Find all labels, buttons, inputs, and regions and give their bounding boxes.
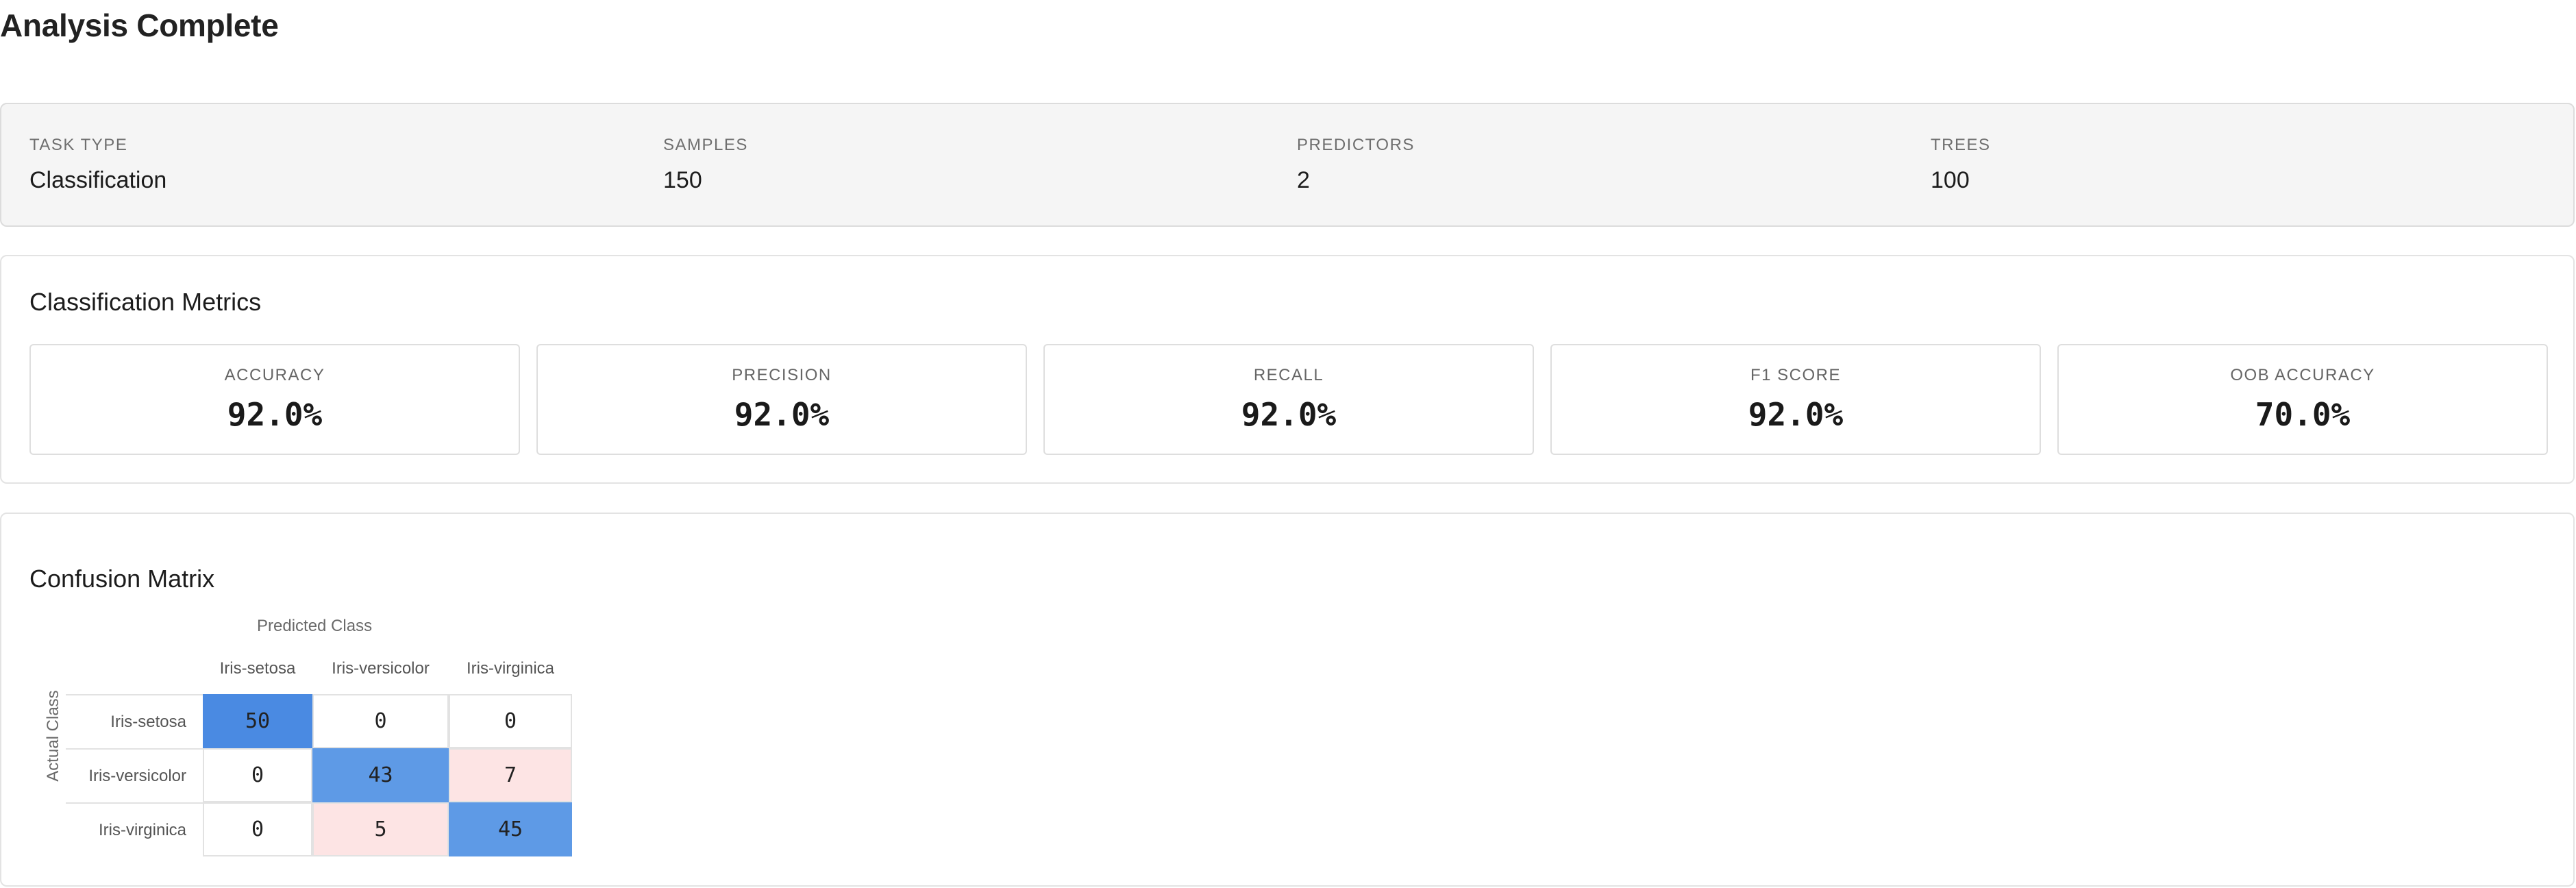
row-separator — [66, 694, 203, 695]
row-separator — [66, 748, 203, 750]
column-header: Iris-versicolor — [332, 659, 430, 678]
summary-samples: SAMPLES 150 — [663, 136, 748, 194]
row-header: Iris-virginica — [98, 821, 186, 839]
metric-label: RECALL — [1253, 366, 1324, 384]
matrix-cell: 0 — [449, 694, 572, 748]
matrix-cell: 7 — [449, 748, 572, 802]
metric-value: 92.0% — [227, 396, 323, 433]
summary-value: Classification — [29, 167, 167, 193]
row-header: Iris-versicolor — [88, 767, 186, 785]
summary-trees: TREES 100 — [1931, 136, 1991, 194]
confusion-matrix-title: Confusion Matrix — [29, 565, 215, 593]
matrix-cell: 5 — [312, 802, 449, 856]
metric-label: F1 SCORE — [1750, 366, 1842, 384]
matrix-cell: 43 — [312, 748, 449, 802]
matrix-cell: 0 — [203, 748, 312, 802]
page-title: Analysis Complete — [0, 8, 279, 43]
metric-value: 92.0% — [734, 396, 830, 433]
summary-card: TASK TYPE Classification SAMPLES 150 PRE… — [0, 103, 2575, 227]
summary-predictors: PREDICTORS 2 — [1297, 136, 1415, 194]
row-separator — [66, 802, 203, 804]
matrix-cell: 50 — [203, 694, 312, 748]
metric-label: PRECISION — [732, 366, 832, 384]
metric-f1-score: F1 SCORE 92.0% — [1550, 344, 2041, 455]
actual-class-axis-label: Actual Class — [44, 690, 62, 782]
summary-task-type: TASK TYPE Classification — [29, 136, 166, 194]
summary-value: 2 — [1297, 167, 1310, 193]
column-header: Iris-virginica — [466, 659, 554, 678]
summary-value: 100 — [1931, 167, 1970, 193]
metric-value: 92.0% — [1241, 396, 1337, 433]
metric-value: 92.0% — [1748, 396, 1844, 433]
summary-label: TASK TYPE — [29, 136, 128, 154]
predicted-class-axis-label: Predicted Class — [257, 617, 373, 635]
metric-recall: RECALL 92.0% — [1043, 344, 1534, 455]
matrix-cell: 45 — [449, 802, 572, 856]
summary-value: 150 — [663, 167, 702, 193]
metrics-card: Classification Metrics ACCURACY 92.0% PR… — [0, 255, 2575, 484]
summary-label: TREES — [1931, 136, 1991, 154]
metrics-title: Classification Metrics — [29, 288, 262, 316]
metric-value: 70.0% — [2255, 396, 2351, 433]
column-header: Iris-setosa — [219, 659, 296, 678]
metric-precision: PRECISION 92.0% — [536, 344, 1027, 455]
summary-label: PREDICTORS — [1297, 136, 1415, 154]
row-header: Iris-setosa — [110, 713, 186, 731]
metric-label: OOB ACCURACY — [2230, 366, 2375, 384]
matrix-cell: 0 — [203, 802, 312, 856]
metric-accuracy: ACCURACY 92.0% — [29, 344, 520, 455]
metric-oob-accuracy: OOB ACCURACY 70.0% — [2057, 344, 2548, 455]
summary-label: SAMPLES — [663, 136, 748, 154]
metric-label: ACCURACY — [224, 366, 325, 384]
matrix-cell: 0 — [312, 694, 449, 748]
